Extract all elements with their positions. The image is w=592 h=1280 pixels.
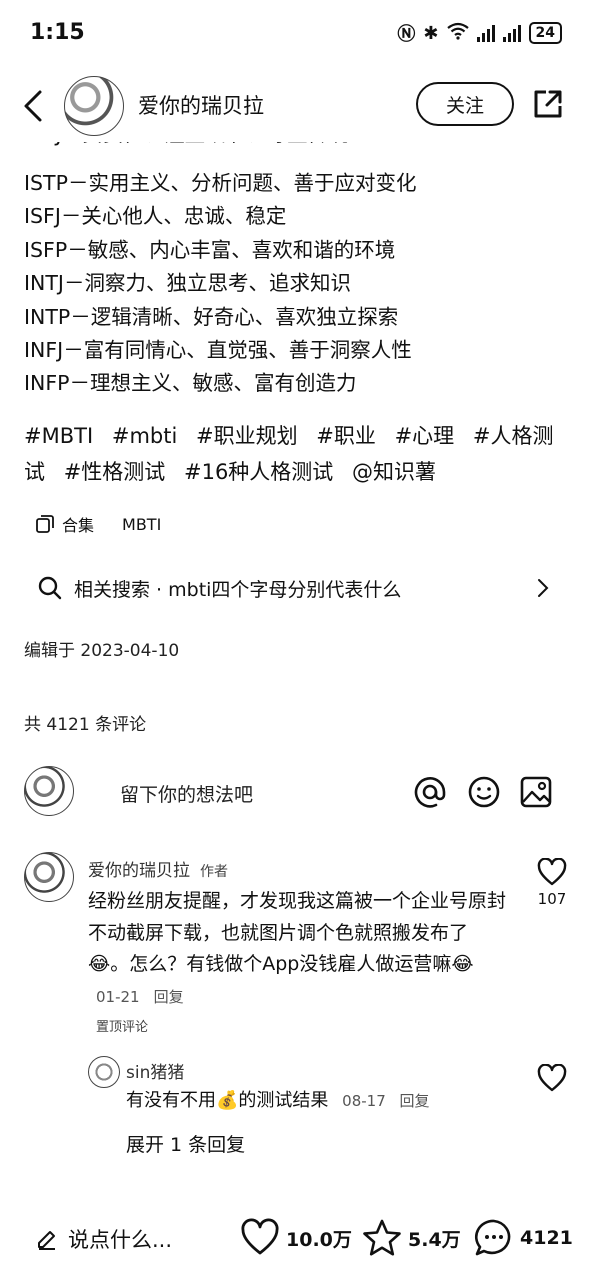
tag-link[interactable]: #16种人格测试	[184, 460, 333, 484]
battery-icon: 24	[528, 22, 562, 44]
tag-link[interactable]: #性格测试	[64, 460, 166, 484]
mbti-line: INTJ－洞察力、独立思考、追求知识	[24, 271, 351, 296]
status-icons: Ⓝ ✱ 24	[397, 20, 562, 46]
nfc-icon: Ⓝ	[397, 24, 416, 45]
status-time: 1:15	[30, 20, 85, 45]
search-icon	[38, 576, 62, 600]
reply-text: 有没有不用💰的测试结果 08-17 回复	[126, 1086, 430, 1112]
share-icon[interactable]	[532, 88, 564, 120]
mention-icon[interactable]	[414, 776, 446, 808]
reply-body: 有没有不用💰的测试结果	[126, 1090, 329, 1111]
like-button[interactable]: 10.0万	[240, 1218, 352, 1258]
bottom-bar: 说点什么... 10.0万 5.4万 4121	[0, 1200, 592, 1280]
tag-link[interactable]: #职业规划	[196, 424, 298, 448]
collect-button[interactable]: 5.4万	[362, 1218, 461, 1258]
reply-button[interactable]: 回复	[154, 988, 184, 1006]
commenter-avatar[interactable]	[24, 852, 74, 902]
tag-link[interactable]: #MBTI	[24, 424, 93, 448]
chat-bubble-icon	[475, 1219, 511, 1256]
tag-link[interactable]: #职业	[316, 424, 376, 448]
author-avatar[interactable]	[64, 76, 124, 136]
mbti-list: ISTP－实用主义、分析问题、善于应对变化 ISFJ－关心他人、忠诚、稳定 IS…	[24, 167, 416, 401]
mbti-line: ISFP－敏感、内心丰富、喜欢和谐的环境	[24, 237, 396, 262]
reply-item: sin猪猪 有没有不用💰的测试结果 08-17 回复	[88, 1056, 572, 1116]
mbti-line: INFP－理想主义、敏感、富有创造力	[24, 371, 357, 396]
image-icon[interactable]	[520, 776, 552, 808]
signal-icon-2	[502, 24, 521, 42]
collection-label: 合集	[62, 516, 95, 535]
reply-date: 08-17	[342, 1092, 386, 1110]
comment-body: 经粉丝朋友提醒，才发现我这篇被一个企业号原封不动截屏下载，也就图片调个色就照搬发…	[88, 890, 507, 975]
tag-link[interactable]: #mbti	[112, 424, 177, 448]
comment-total: 4121	[520, 1227, 573, 1249]
comment-like-count: 107	[537, 890, 567, 908]
heart-icon	[241, 1218, 279, 1255]
bluetooth-icon: ✱	[423, 22, 439, 44]
tag-list: #MBTI #mbti #职业规划 #职业 #心理 #人格测试 #性格测试 #1…	[24, 418, 572, 490]
replier-name[interactable]: sin猪猪	[126, 1058, 184, 1083]
comment-like[interactable]: 107	[532, 857, 572, 908]
comment-input-row: 留下你的想法吧	[24, 766, 572, 822]
pinned-label: 置顶评论	[96, 1020, 149, 1035]
commenter-name[interactable]: 爱你的瑞贝拉 作者	[88, 856, 228, 881]
mbti-line: INFJ－富有同情心、直觉强、善于洞察人性	[24, 338, 412, 363]
back-icon[interactable]	[18, 86, 50, 126]
comment-text: 经粉丝朋友提醒，才发现我这篇被一个企业号原封不动截屏下载，也就图片调个色就照搬发…	[88, 886, 508, 1013]
signal-icon	[476, 24, 495, 42]
comment-input[interactable]: 留下你的想法吧	[120, 780, 253, 807]
comment-item: 爱你的瑞贝拉 作者 经粉丝朋友提醒，才发现我这篇被一个企业号原封不动截屏下载，也就…	[24, 852, 572, 1042]
reply-like[interactable]	[532, 1063, 572, 1096]
author-name[interactable]: 爱你的瑞贝拉	[138, 90, 264, 120]
my-avatar	[24, 766, 74, 816]
wifi-icon	[446, 22, 469, 45]
mbti-line: ISFJ－关心他人、忠诚、稳定	[24, 204, 287, 229]
comment-button[interactable]: 4121	[474, 1218, 573, 1258]
follow-button[interactable]: 关注	[416, 82, 514, 126]
comment-count: 共 4121 条评论	[24, 715, 147, 735]
reply-button[interactable]: 回复	[399, 1092, 429, 1110]
say-something-label: 说点什么...	[68, 1228, 173, 1252]
top-nav: 爱你的瑞贝拉 关注	[0, 70, 592, 142]
chevron-right-icon	[538, 579, 549, 597]
say-something-input[interactable]: 说点什么...	[36, 1224, 172, 1254]
collect-count: 5.4万	[408, 1228, 461, 1251]
related-search-link[interactable]: 相关搜索 · mbti四个字母分别代表什么	[38, 570, 558, 606]
like-count: 10.0万	[286, 1228, 352, 1251]
status-bar: 1:15 Ⓝ ✱ 24	[0, 0, 592, 70]
collection-name: MBTI	[122, 514, 162, 534]
edit-date: 编辑于 2023-04-10	[24, 641, 180, 661]
star-icon	[363, 1219, 401, 1256]
expand-replies-button[interactable]: 展开 1 条回复	[126, 1130, 245, 1157]
replier-avatar[interactable]	[88, 1056, 120, 1088]
mention-link[interactable]: @知识薯	[352, 460, 436, 484]
heart-icon	[537, 1063, 567, 1092]
author-badge: 作者	[200, 864, 228, 880]
mbti-line: INTP－逻辑清晰、好奇心、喜欢独立探索	[24, 304, 399, 329]
heart-icon	[537, 857, 567, 886]
mbti-line: ISTP－实用主义、分析问题、善于应对变化	[24, 171, 417, 195]
tag-link[interactable]: #心理	[395, 424, 455, 448]
commenter-name-text: 爱你的瑞贝拉	[88, 861, 190, 881]
related-search-text: 相关搜索 · mbti四个字母分别代表什么	[74, 578, 402, 601]
collection-link[interactable]: 合集 MBTI	[36, 512, 161, 536]
emoji-icon[interactable]	[468, 776, 500, 808]
comment-date: 01-21	[96, 987, 140, 1006]
pencil-icon	[38, 1231, 55, 1250]
collection-icon	[36, 515, 54, 533]
